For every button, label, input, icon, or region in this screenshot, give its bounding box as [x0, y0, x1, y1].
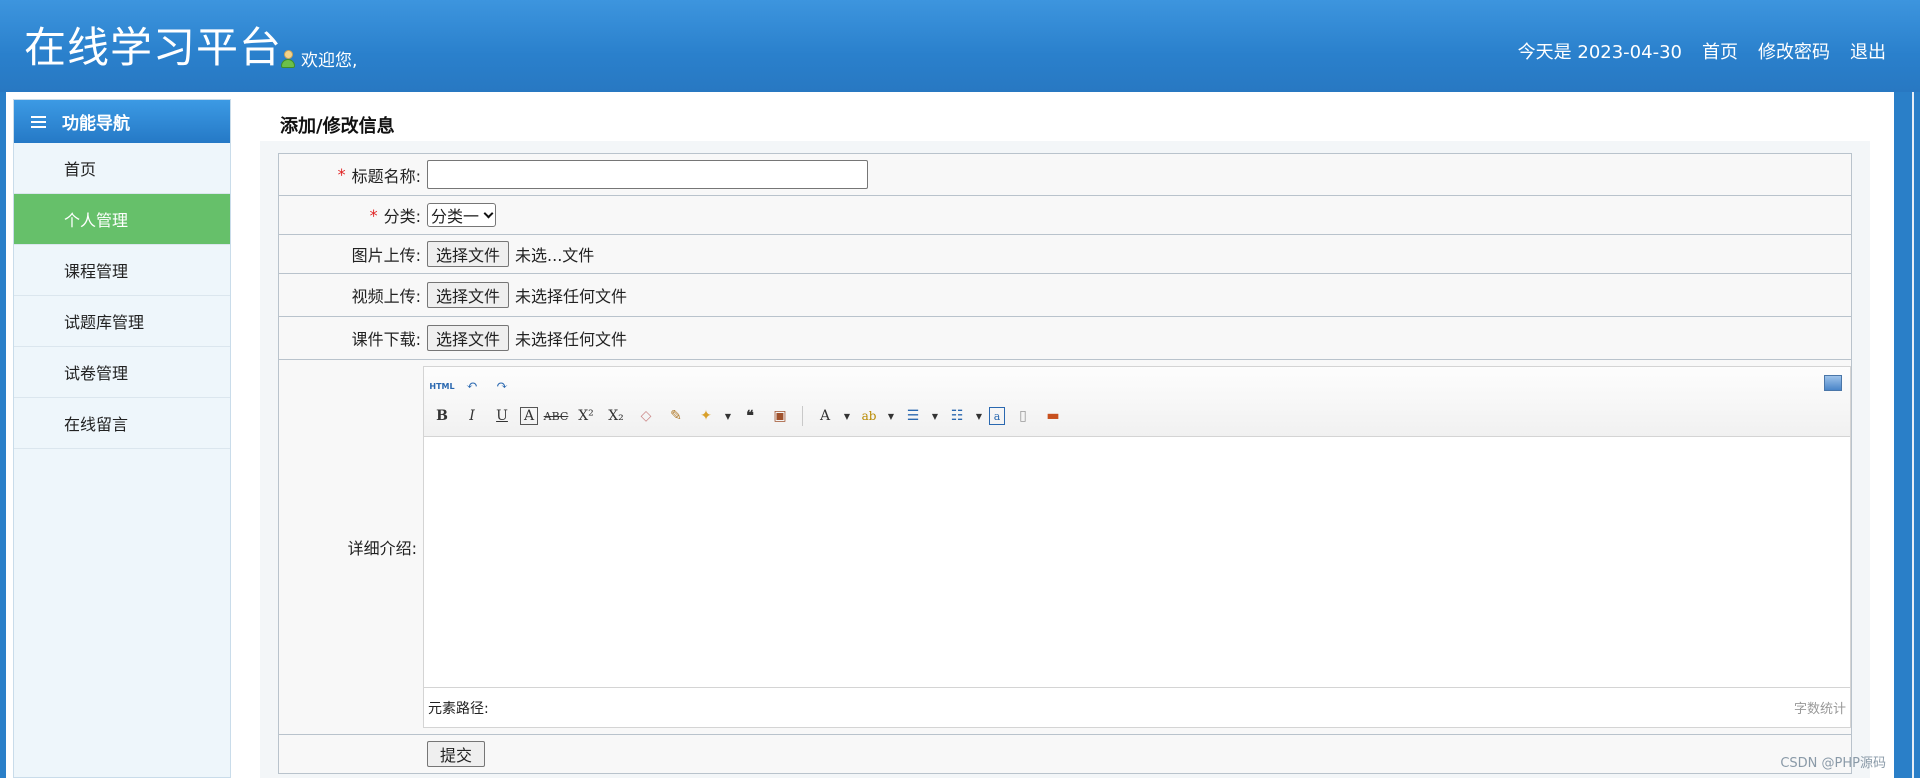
- sidebar-item-label: 在线留言: [64, 415, 129, 434]
- redo-icon[interactable]: ↷: [490, 375, 514, 397]
- page-title: 添加/修改信息: [280, 116, 395, 137]
- rich-text-editor: HTML ↶ ↷ B I U A ABC X² X₂ ◇ ✎ ✦ ▼ ❝ ▣ A…: [423, 366, 1851, 728]
- subscript-icon[interactable]: X₂: [604, 405, 628, 427]
- welcome-message: 欢迎您,: [281, 46, 357, 71]
- required-mark: *: [369, 205, 378, 225]
- sidebar-item-personal[interactable]: 个人管理: [14, 194, 230, 245]
- sidebar-item-courses[interactable]: 课程管理: [14, 245, 230, 296]
- top-nav: 今天是 2023-04-30 首页 修改密码 退出: [1518, 38, 1886, 64]
- editor-content-area[interactable]: [424, 437, 1850, 687]
- sidebar-item-label: 试题库管理: [64, 313, 145, 332]
- change-password-link[interactable]: 修改密码: [1758, 38, 1830, 64]
- list-icon: [31, 115, 46, 128]
- title-label: * 标题名称:: [279, 154, 427, 195]
- chevron-down-icon[interactable]: ▼: [724, 405, 732, 427]
- image-file-button[interactable]: 选择文件: [427, 241, 510, 267]
- paste-text-icon[interactable]: ▣: [768, 405, 792, 427]
- category-select[interactable]: 分类一: [427, 203, 497, 227]
- sidebar-item-label: 试卷管理: [64, 364, 129, 383]
- eraser-icon[interactable]: ◇: [634, 405, 658, 427]
- unordered-list-icon[interactable]: ☷: [945, 405, 969, 427]
- editor-footer: 元素路径: 字数统计: [424, 687, 1850, 727]
- image-label: 图片上传:: [351, 246, 421, 265]
- italic-icon[interactable]: I: [460, 405, 484, 427]
- detail-label: 详细介绍:: [347, 539, 417, 558]
- blockquote-icon[interactable]: ❝: [738, 405, 762, 427]
- bold-icon[interactable]: B: [430, 405, 454, 427]
- site-logo: 在线学习平台: [24, 23, 283, 72]
- chevron-down-icon[interactable]: ▼: [975, 405, 983, 427]
- date-text: 今天是 2023-04-30: [1517, 42, 1682, 63]
- word-count: 字数统计: [1793, 702, 1846, 717]
- sidebar-title-text: 功能导航: [62, 114, 130, 134]
- welcome-text: 欢迎您,: [301, 51, 358, 71]
- required-mark: *: [337, 165, 346, 184]
- courseware-file-status: 未选择任何文件: [515, 330, 628, 349]
- form-row-courseware: 课件下载: 选择文件 未选择任何文件: [279, 317, 1851, 360]
- video-file-button[interactable]: 选择文件: [427, 282, 510, 308]
- page-icon[interactable]: ▯: [1011, 405, 1035, 427]
- fullscreen-icon[interactable]: [1824, 375, 1842, 391]
- toolbar-divider: [802, 406, 803, 426]
- title-label-text: 标题名称:: [351, 166, 421, 186]
- underline-icon[interactable]: U: [490, 405, 514, 427]
- sidebar: 功能导航 首页 个人管理 课程管理 试题库管理 试卷管理 在线留言: [13, 99, 231, 778]
- form-row-detail: 详细介绍: HTML ↶ ↷ B I U A ABC X² X₂ ◇ ✎ ✦ ▼…: [279, 360, 1851, 735]
- sidebar-item-label: 个人管理: [64, 211, 129, 230]
- auto-format-icon[interactable]: ✦: [694, 405, 718, 427]
- highlight-icon[interactable]: ab: [857, 405, 881, 427]
- strikethrough-icon[interactable]: ABC: [544, 405, 569, 427]
- submit-button[interactable]: 提交: [427, 741, 486, 767]
- font-color-icon[interactable]: A: [813, 405, 837, 427]
- sidebar-item-messages[interactable]: 在线留言: [14, 398, 230, 449]
- scrollbar-thumb[interactable]: [1912, 92, 1914, 778]
- sidebar-item-label: 首页: [64, 160, 97, 179]
- courseware-label: 课件下载:: [351, 330, 421, 349]
- undo-icon[interactable]: ↶: [460, 375, 484, 397]
- superscript-icon[interactable]: X²: [574, 405, 598, 427]
- top-header: 在线学习平台 欢迎您, 今天是 2023-04-30 首页 修改密码 退出: [0, 0, 1920, 92]
- image-file-status: 未选...文件: [515, 246, 595, 265]
- chevron-down-icon[interactable]: ▼: [887, 405, 895, 427]
- form-row-submit: 提交: [279, 735, 1851, 773]
- title-input[interactable]: [427, 160, 868, 189]
- image-icon[interactable]: ▬: [1041, 405, 1065, 427]
- link-anchor-icon[interactable]: a: [989, 407, 1005, 425]
- form-row-image: 图片上传: 选择文件 未选...文件: [279, 235, 1851, 274]
- sidebar-title: 功能导航: [14, 100, 230, 143]
- home-link[interactable]: 首页: [1702, 38, 1738, 64]
- category-label-text: 分类:: [383, 207, 421, 226]
- element-path: 元素路径:: [428, 700, 489, 717]
- logout-link[interactable]: 退出: [1850, 38, 1886, 64]
- html-source-button[interactable]: HTML: [429, 375, 454, 397]
- sidebar-item-label: 课程管理: [64, 262, 129, 281]
- watermark: CSDN @PHP源码: [1780, 756, 1886, 771]
- chevron-down-icon: [483, 208, 494, 218]
- video-file-status: 未选择任何文件: [515, 287, 628, 306]
- chevron-down-icon[interactable]: ▼: [931, 405, 939, 427]
- form-row-title: * 标题名称:: [279, 154, 1851, 196]
- font-border-icon[interactable]: A: [520, 407, 538, 425]
- category-value: 分类一: [431, 207, 480, 226]
- format-brush-icon[interactable]: ✎: [664, 405, 688, 427]
- user-icon: [281, 49, 295, 68]
- sidebar-item-home[interactable]: 首页: [14, 143, 230, 194]
- edit-form: * 标题名称: * 分类: 分类一 图片上传: 选择文件 未选...文件 视频上传: …: [278, 153, 1852, 774]
- editor-toolbar: HTML ↶ ↷ B I U A ABC X² X₂ ◇ ✎ ✦ ▼ ❝ ▣ A…: [424, 367, 1850, 437]
- form-row-category: * 分类: 分类一: [279, 196, 1851, 235]
- chevron-down-icon[interactable]: ▼: [843, 405, 851, 427]
- sidebar-item-exams[interactable]: 试卷管理: [14, 347, 230, 398]
- category-label: * 分类:: [279, 196, 427, 234]
- form-row-video: 视频上传: 选择文件 未选择任何文件: [279, 274, 1851, 317]
- video-label: 视频上传:: [351, 287, 421, 306]
- ordered-list-icon[interactable]: ☰: [901, 405, 925, 427]
- page-scrollbar[interactable]: [1894, 92, 1920, 778]
- sidebar-item-question-bank[interactable]: 试题库管理: [14, 296, 230, 347]
- courseware-file-button[interactable]: 选择文件: [427, 325, 510, 351]
